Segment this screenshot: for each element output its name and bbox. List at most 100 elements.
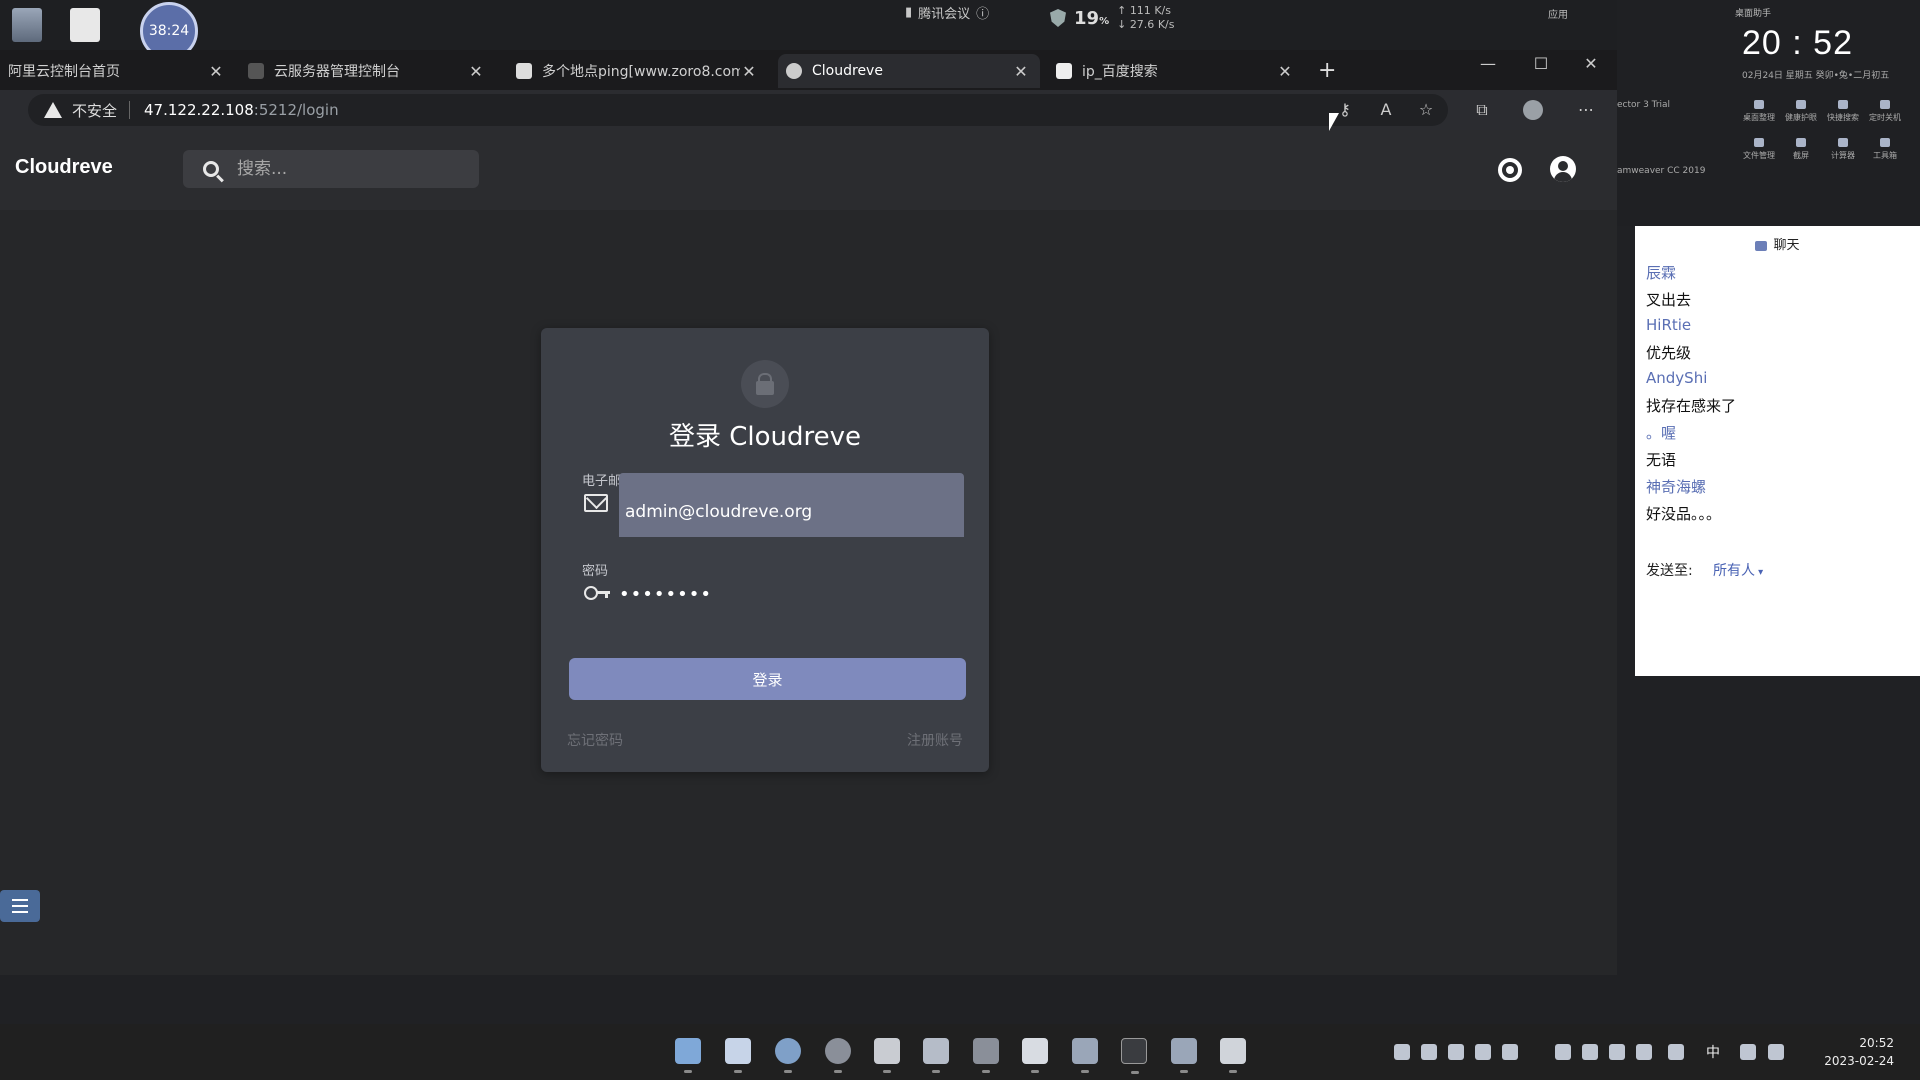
- tab-ping[interactable]: 多个地点ping[www.zoro8.com] ✕: [508, 54, 768, 88]
- new-tab-button[interactable]: +: [1318, 58, 1336, 83]
- display-tray-icon[interactable]: [1555, 1044, 1571, 1060]
- shield-tray-icon[interactable]: [1421, 1044, 1437, 1060]
- password-key-icon: [584, 586, 610, 600]
- volume-icon[interactable]: [1768, 1044, 1784, 1060]
- chat-message: 优先级: [1646, 344, 1692, 362]
- shortcut-label-2[interactable]: amweaver CC 2019: [1617, 166, 1705, 176]
- desktop-date: 02月24日 星期五 癸卯•兔•二月初五: [1742, 71, 1890, 81]
- login-title: 登录 Cloudreve: [668, 422, 862, 452]
- tool-desktop-organize[interactable]: 桌面整理: [1742, 100, 1776, 130]
- desktop-clock: 20 : 52: [1742, 24, 1853, 62]
- tool-calculator[interactable]: 计算器: [1826, 138, 1860, 168]
- desktop-icon: [1754, 100, 1764, 109]
- security-label[interactable]: 不安全: [72, 100, 117, 121]
- monitor-tray-icon[interactable]: [1502, 1044, 1518, 1060]
- photos-icon[interactable]: [923, 1038, 949, 1073]
- forgot-password-link[interactable]: 忘记密码: [567, 730, 623, 750]
- shortcut-label-1[interactable]: ector 3 Trial: [1617, 100, 1670, 110]
- network-tray-icon[interactable]: [1582, 1044, 1598, 1060]
- password-field[interactable]: [619, 576, 964, 612]
- favorite-star-icon[interactable]: ☆: [1416, 100, 1436, 120]
- signal-icon: ▮: [905, 5, 913, 20]
- address-bar: 不安全 47.122.22.108:5212/login ⚷ A ☆ ⧉ ⋯: [0, 90, 1617, 130]
- file-explorer-icon[interactable]: [725, 1038, 751, 1073]
- start-icon[interactable]: [675, 1038, 701, 1073]
- shirt-tray-icon[interactable]: [1475, 1044, 1491, 1060]
- chat-message: 叉出去: [1646, 291, 1692, 309]
- password-label: 密码: [582, 564, 609, 579]
- tab-aliyun-console[interactable]: 阿里云控制台首页 ✕: [0, 54, 235, 88]
- close-icon[interactable]: ✕: [1276, 62, 1294, 81]
- tab-strip: 阿里云控制台首页 ✕ 云服务器管理控制台 ✕ 多个地点ping[www.zoro8.…: [0, 50, 1617, 90]
- document-icon[interactable]: [70, 8, 100, 42]
- network-tool-icon[interactable]: [973, 1038, 999, 1073]
- recycle-bin-icon[interactable]: [12, 8, 42, 42]
- apps-label[interactable]: 应用: [1548, 6, 1568, 21]
- app-bar: Cloudreve: [0, 130, 1617, 210]
- window-close-button[interactable]: ✕: [1568, 54, 1614, 73]
- app-window-icon[interactable]: [1220, 1038, 1246, 1073]
- ime-indicator[interactable]: 中: [1706, 1042, 1720, 1062]
- java-icon[interactable]: [1022, 1038, 1048, 1073]
- url-host: 47.122.22.108: [144, 101, 254, 119]
- battery-tray-icon[interactable]: [1636, 1044, 1652, 1060]
- chat-sender: 神奇海螺: [1646, 478, 1707, 496]
- tool-screenshot[interactable]: 截屏: [1784, 138, 1818, 168]
- plus-icon: [1880, 138, 1890, 147]
- profile-icon[interactable]: [1523, 100, 1543, 120]
- tab-cloudreve[interactable]: Cloudreve ✕: [778, 54, 1040, 88]
- mouse-cursor: [1329, 113, 1339, 131]
- chat-sender: 辰霖: [1646, 264, 1677, 282]
- close-icon[interactable]: ✕: [740, 62, 758, 81]
- terminal-icon[interactable]: [1121, 1038, 1147, 1074]
- edge-icon[interactable]: [775, 1038, 801, 1073]
- tab-ecs-console[interactable]: 云服务器管理控制台 ✕: [240, 54, 495, 88]
- tool-toolbox[interactable]: 工具箱: [1868, 138, 1902, 168]
- login-button[interactable]: 登录: [569, 658, 966, 700]
- cloudreve-icon: [786, 63, 802, 79]
- meeting-indicator[interactable]: ▮ 腾讯会议 ⓘ: [905, 3, 989, 22]
- send-target-dropdown[interactable]: 所有人: [1713, 560, 1763, 580]
- notepad-icon[interactable]: [1072, 1038, 1098, 1073]
- read-aloud-icon[interactable]: A: [1376, 100, 1396, 120]
- close-icon[interactable]: ✕: [207, 62, 225, 81]
- list-menu-button[interactable]: [0, 890, 40, 922]
- photo-tray-icon[interactable]: [1394, 1044, 1410, 1060]
- collections-icon[interactable]: ⧉: [1472, 100, 1492, 120]
- tool-eye-care[interactable]: 健康护眼: [1784, 100, 1818, 130]
- microphone-icon[interactable]: [1668, 1044, 1684, 1060]
- meeting-app-label: 腾讯会议: [918, 7, 971, 22]
- tool-shutdown[interactable]: 定时关机: [1868, 100, 1902, 130]
- network-widget[interactable]: 19% ↑ 111 K/s ↓ 27.6 K/s: [1050, 4, 1174, 32]
- chrome-icon[interactable]: [825, 1038, 851, 1073]
- search-input[interactable]: [237, 159, 437, 179]
- close-icon[interactable]: ✕: [467, 62, 485, 81]
- chat-header: 聊天: [1635, 234, 1920, 253]
- tool-quick-search[interactable]: 快捷搜索: [1826, 100, 1860, 130]
- tab-baidu[interactable]: ip_百度搜索 ✕: [1048, 54, 1304, 88]
- remote-desktop-icon[interactable]: [1171, 1038, 1197, 1073]
- chat-sender: 。喔: [1646, 424, 1677, 442]
- register-link[interactable]: 注册账号: [907, 730, 963, 750]
- taskbar-time[interactable]: 20:52: [1838, 1036, 1894, 1050]
- settings-tray-icon[interactable]: [1448, 1044, 1464, 1060]
- email-field[interactable]: [619, 473, 964, 537]
- folder-icon: [1754, 138, 1764, 147]
- minimize-button[interactable]: —: [1465, 54, 1511, 73]
- tool-file-manager[interactable]: 文件管理: [1742, 138, 1776, 168]
- shirt-icon[interactable]: [874, 1038, 900, 1073]
- close-icon[interactable]: ✕: [1012, 62, 1030, 81]
- theme-toggle-icon[interactable]: [1498, 158, 1522, 182]
- crop-icon: [1796, 138, 1806, 147]
- more-menu-icon[interactable]: ⋯: [1576, 100, 1596, 120]
- search-box[interactable]: [183, 150, 479, 188]
- browser-window: 阿里云控制台首页 ✕ 云服务器管理控制台 ✕ 多个地点ping[www.zoro8.…: [0, 50, 1617, 975]
- maximize-button[interactable]: ☐: [1518, 54, 1564, 73]
- url-field[interactable]: 不安全 47.122.22.108:5212/login: [28, 94, 1448, 126]
- taskbar-date[interactable]: 2023-02-24: [1800, 1054, 1894, 1068]
- wifi-icon[interactable]: [1740, 1044, 1756, 1060]
- grid-tray-icon[interactable]: [1609, 1044, 1625, 1060]
- eye-icon: [1796, 100, 1806, 109]
- app-title[interactable]: Cloudreve: [15, 156, 113, 179]
- account-icon[interactable]: [1550, 156, 1576, 182]
